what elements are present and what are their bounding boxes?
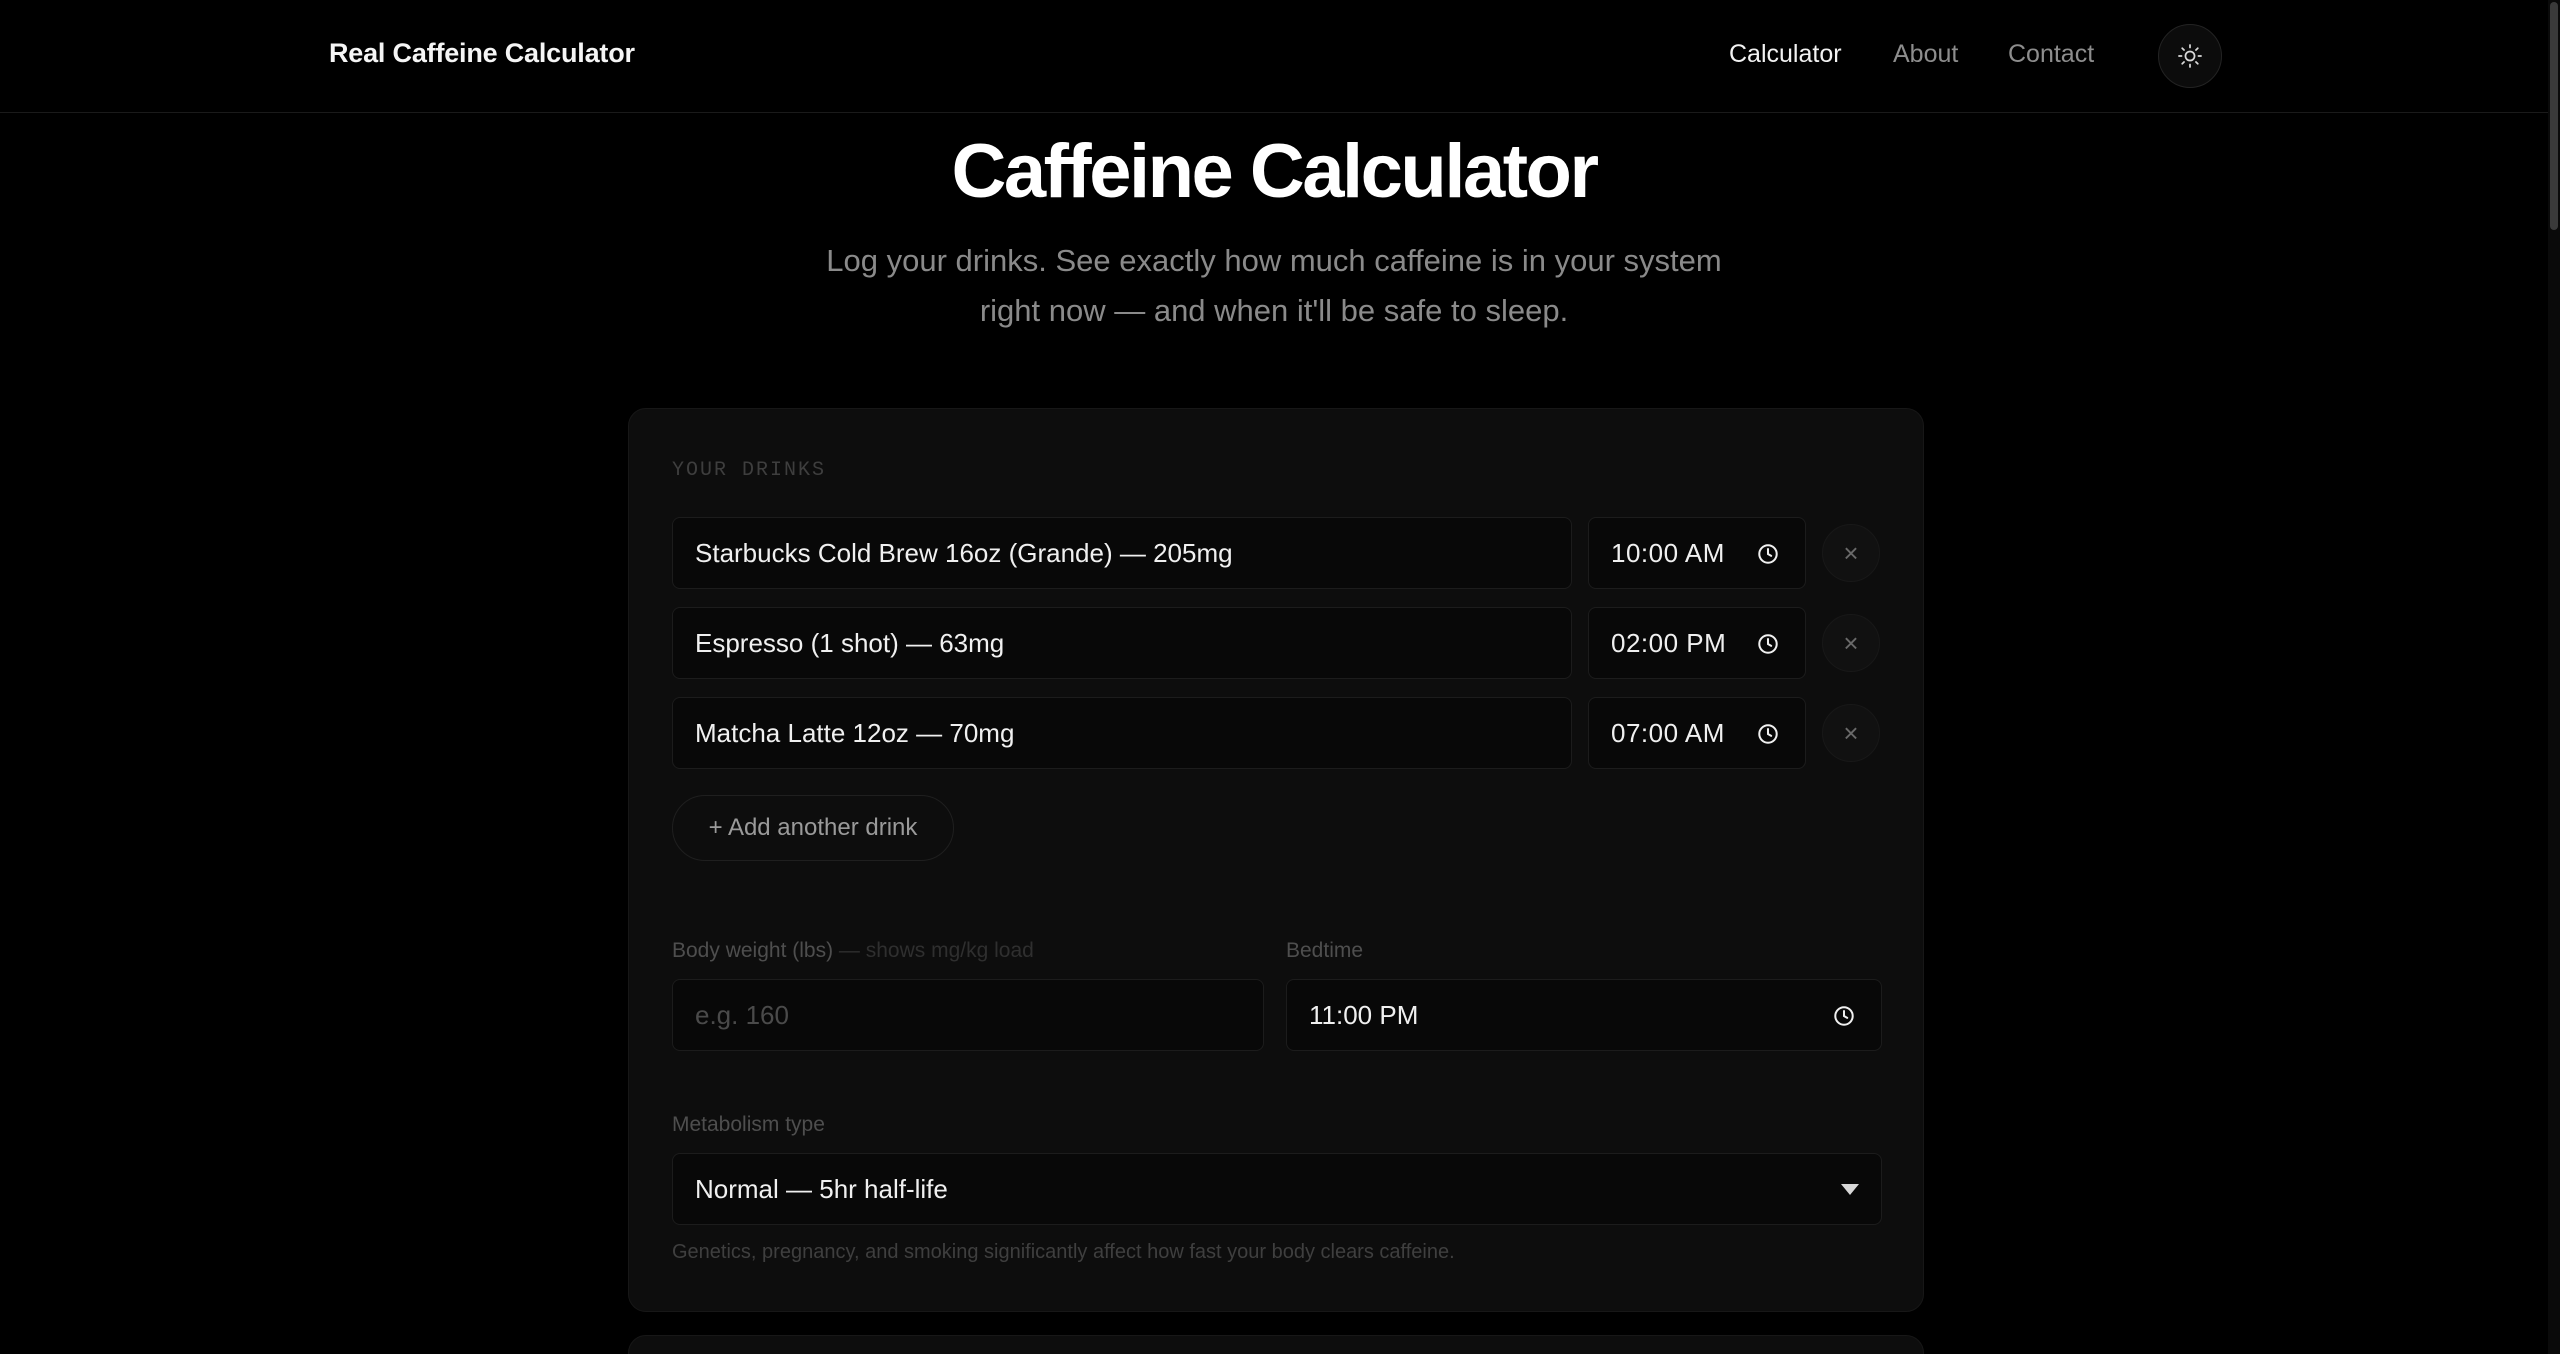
page: Real Caffeine Calculator Calculator Abou… [0, 0, 2560, 1354]
bedtime-input[interactable]: 11:00 PM [1286, 979, 1882, 1051]
drink-row: Espresso (1 shot) — 63mg 02:00 PM × [672, 607, 1882, 679]
drink-time-value: 10:00 AM [1611, 537, 1725, 568]
close-icon: × [1843, 537, 1859, 568]
weight-input[interactable]: e.g. 160 [672, 979, 1264, 1051]
subtitle-line-1: Log your drinks. See exactly how much ca… [826, 243, 1722, 278]
drink-select[interactable]: Espresso (1 shot) — 63mg [672, 607, 1572, 679]
nav-about[interactable]: About [1893, 40, 1958, 69]
clock-icon[interactable] [1757, 543, 1779, 565]
remove-drink-button[interactable]: × [1822, 614, 1880, 672]
remove-drink-button[interactable]: × [1822, 704, 1880, 762]
clock-icon[interactable] [1757, 633, 1779, 655]
bedtime-label: Bedtime [1286, 939, 1364, 962]
weight-label: Body weight (lbs) — shows mg/kg load [672, 939, 1034, 963]
add-drink-button[interactable]: + Add another drink [672, 795, 954, 861]
clock-icon[interactable] [1757, 723, 1779, 745]
weight-label-hint: — shows mg/kg load [833, 939, 1034, 962]
weight-label-text: Body weight (lbs) [672, 939, 834, 962]
subtitle-line-2: right now — and when it'll be safe to sl… [979, 293, 1569, 328]
calculator-card: YOUR DRINKS Starbucks Cold Brew 16oz (Gr… [628, 408, 1924, 1312]
remove-drink-button[interactable]: × [1822, 524, 1880, 582]
close-icon: × [1843, 717, 1859, 748]
drinks-section-label: YOUR DRINKS [672, 459, 827, 482]
drink-select[interactable]: Matcha Latte 12oz — 70mg [672, 697, 1572, 769]
nav-contact[interactable]: Contact [2008, 40, 2094, 69]
page-title: Caffeine Calculator [951, 129, 1599, 214]
drink-time-input[interactable]: 02:00 PM [1588, 607, 1806, 679]
drink-time-input[interactable]: 07:00 AM [1588, 697, 1806, 769]
drink-time-value: 02:00 PM [1611, 627, 1727, 658]
brand-logo[interactable]: Real Caffeine Calculator [329, 38, 635, 69]
chevron-down-icon [1841, 1184, 1859, 1195]
scrollbar-thumb[interactable] [2550, 2, 2558, 230]
drink-row: Starbucks Cold Brew 16oz (Grande) — 205m… [672, 517, 1882, 589]
close-icon: × [1843, 627, 1859, 658]
drink-select[interactable]: Starbucks Cold Brew 16oz (Grande) — 205m… [672, 517, 1572, 589]
metabolism-value: Normal — 5hr half-life [695, 1173, 948, 1204]
metabolism-note: Genetics, pregnancy, and smoking signifi… [672, 1241, 1455, 1263]
drink-time-input[interactable]: 10:00 AM [1588, 517, 1806, 589]
clock-icon[interactable] [1833, 1005, 1855, 1027]
drink-time-value: 07:00 AM [1611, 717, 1725, 748]
site-header: Real Caffeine Calculator Calculator Abou… [0, 0, 2548, 113]
page-scrollbar[interactable] [2548, 0, 2560, 1354]
drink-row: Matcha Latte 12oz — 70mg 07:00 AM × [672, 697, 1882, 769]
metabolism-label: Metabolism type [672, 1113, 825, 1136]
results-card [628, 1335, 1924, 1354]
sun-icon [2178, 44, 2202, 68]
bedtime-value: 11:00 PM [1309, 999, 1419, 1030]
nav-calculator[interactable]: Calculator [1729, 40, 1842, 69]
metabolism-select[interactable]: Normal — 5hr half-life [672, 1153, 1882, 1225]
page-subtitle: Log your drinks. See exactly how much ca… [780, 236, 1768, 336]
theme-toggle-button[interactable] [2158, 24, 2222, 88]
